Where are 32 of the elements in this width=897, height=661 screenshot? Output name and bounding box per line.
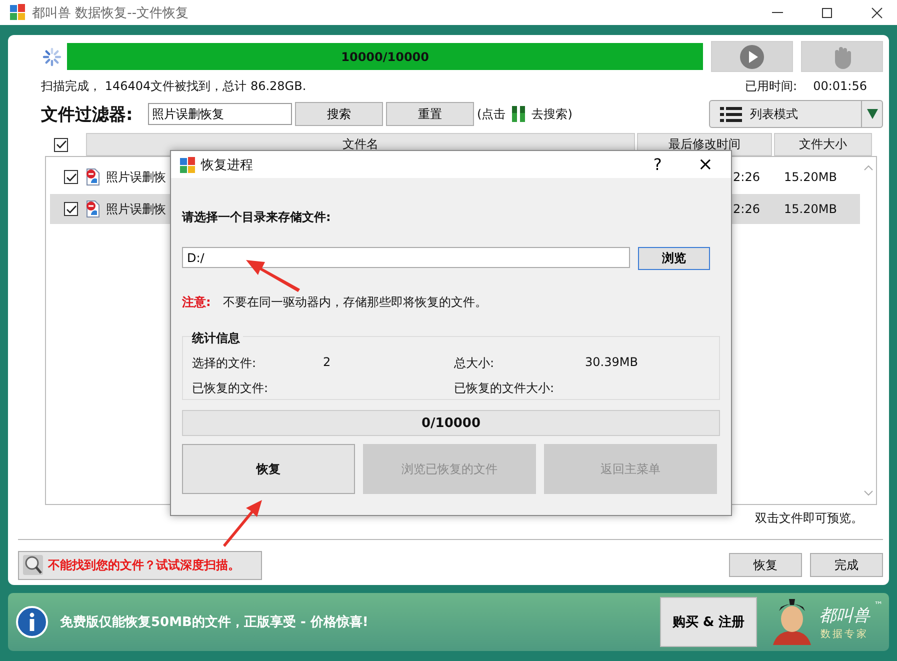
filter-label: 文件过滤器: <box>41 104 134 126</box>
table-cell: 照片误删恢 <box>106 200 166 218</box>
stat-label: 已恢复的文件大小: <box>454 380 556 397</box>
table-cell-text: 2:26 <box>732 202 760 216</box>
stats-title: 统计信息 <box>192 330 243 347</box>
dialog-title: 恢复进程 <box>201 156 253 174</box>
stat-label: 选择的文件: <box>192 355 258 372</box>
hint-text: (点击 <box>477 106 506 122</box>
preview-hint: 双击文件即可预览。 <box>755 510 863 526</box>
prompt-label: 请选择一个目录来存储文件: <box>182 209 332 226</box>
window-title: 都叫兽 数据恢复--文件恢复 <box>32 4 189 22</box>
progress-text: 0/10000 <box>421 416 481 430</box>
logo-subtitle: 数据专家 <box>820 628 868 640</box>
table-cell-text: 15.20MB <box>784 202 838 216</box>
hint-text: 去搜索) <box>532 106 572 122</box>
note-label: 注意: <box>182 294 211 311</box>
table-cell-text: 2:26 <box>732 170 760 184</box>
stat-label: 总大小: <box>454 355 496 372</box>
progress-text: 10000/10000 <box>341 50 430 64</box>
elapsed-time: 00:01:56 <box>813 79 867 93</box>
stat-label: 已恢复的文件: <box>192 380 270 397</box>
promo-text: 免费版仅能恢复50MB的文件，正版享受 - 价格惊喜! <box>60 614 368 631</box>
elapsed-label: 已用时间: <box>745 78 798 94</box>
note-text: 不要在同一驱动器内，存储那些即将恢复的文件。 <box>222 294 487 311</box>
table-cell-text: 15.20MB <box>784 170 838 184</box>
table-cell: 照片误删恢 <box>106 168 166 186</box>
logo-title: 都叫兽 <box>819 604 870 626</box>
scan-status: 扫描完成， 146404文件被找到，总计 86.28GB. <box>41 78 306 94</box>
stat-value: 2 <box>323 355 331 371</box>
trademark-mark: ™ <box>874 601 883 611</box>
view-mode-label: 列表模式 <box>750 106 799 122</box>
stat-value: 30.39MB <box>585 355 638 371</box>
